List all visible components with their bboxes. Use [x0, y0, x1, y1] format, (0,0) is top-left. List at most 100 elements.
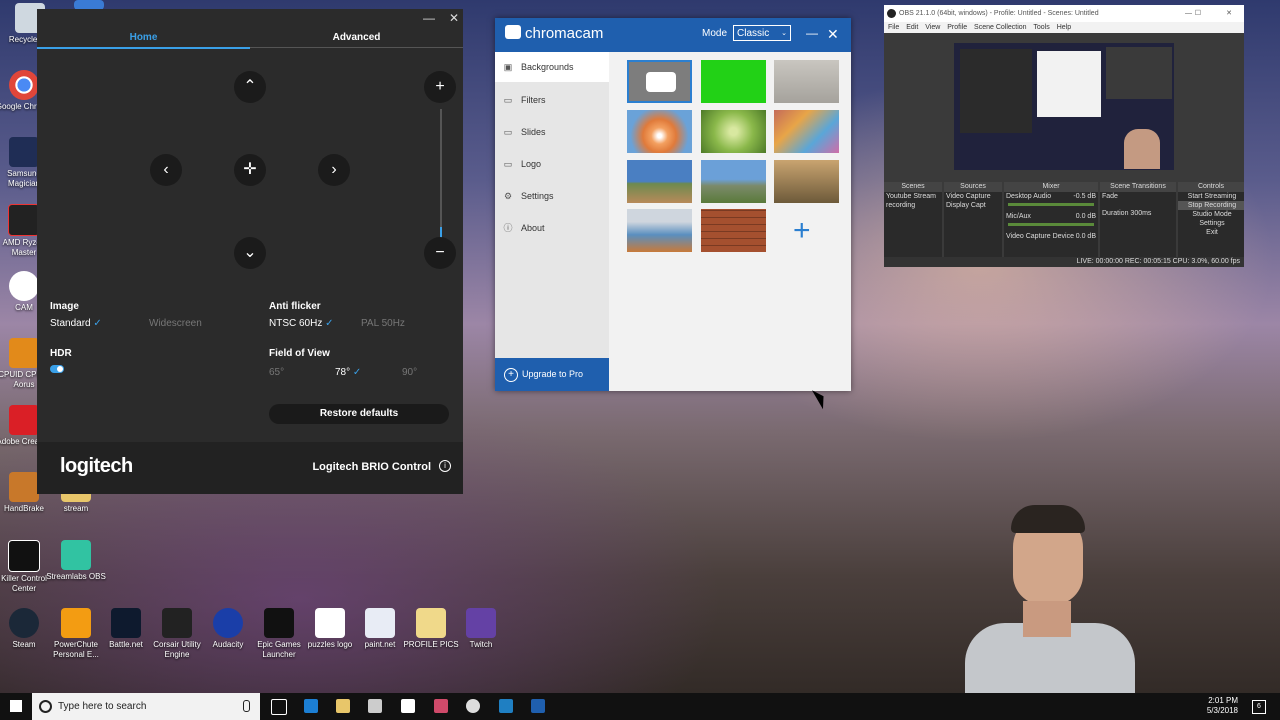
windows-start-icon[interactable] — [10, 700, 22, 712]
obs-taskbar-icon[interactable] — [466, 699, 480, 713]
preview-chromacam-window — [1037, 51, 1101, 117]
stop-recording-button[interactable]: Stop Recording — [1178, 201, 1244, 210]
menu-tools[interactable]: Tools — [1033, 24, 1049, 31]
system-clock[interactable]: 2:01 PM 5/3/2018 — [1190, 696, 1238, 716]
volume-meter[interactable] — [1008, 223, 1094, 226]
maximize-button[interactable]: ☐ — [1195, 5, 1201, 22]
pal-option[interactable]: PAL 50Hz — [361, 318, 405, 329]
filter-icon: ▭ — [503, 95, 513, 105]
image-label: Image — [50, 301, 79, 312]
hdr-toggle[interactable] — [50, 365, 64, 373]
pan-up-button[interactable]: ⌃ — [234, 71, 266, 103]
background-thumb-chromacam[interactable] — [627, 60, 692, 103]
source-item[interactable]: Display Capt — [944, 201, 1002, 210]
background-thumb-brick[interactable] — [701, 209, 766, 252]
scene-item[interactable]: recording — [884, 201, 942, 210]
exit-button[interactable]: Exit — [1178, 228, 1244, 237]
mode-select[interactable]: Classic ⌄ — [733, 25, 791, 41]
background-thumb-bokeh[interactable] — [701, 110, 766, 153]
tab-home[interactable]: Home — [37, 31, 250, 49]
zoom-out-button[interactable]: − — [424, 237, 456, 269]
product-name: Logitech BRIO Control — [312, 461, 431, 473]
sidebar-item-slides[interactable]: ▭ Slides — [495, 117, 609, 147]
scenes-panel: Scenes Youtube Stream recording — [884, 182, 942, 258]
background-thumb-colors[interactable] — [774, 110, 839, 153]
sidebar-item-backgrounds[interactable]: ▣ Backgrounds — [495, 52, 609, 82]
add-background-button[interactable]: + — [793, 216, 811, 246]
edge-icon[interactable] — [304, 699, 318, 713]
logitech-logo: logitech — [60, 455, 133, 477]
scene-item[interactable]: Youtube Stream — [884, 192, 942, 201]
obs-preview[interactable] — [954, 43, 1174, 170]
menu-file[interactable]: File — [888, 24, 899, 31]
app-icon[interactable] — [434, 699, 448, 713]
store-icon[interactable] — [368, 699, 382, 713]
sidebar: ▣ Backgrounds ▭ Filters ▭ Slides ▭ Logo ⚙ Set… — [495, 52, 609, 391]
chromacam-taskbar-icon[interactable] — [531, 699, 545, 713]
zoom-in-button[interactable]: + — [424, 71, 456, 103]
menu-view[interactable]: View — [925, 24, 940, 31]
background-thumb-rays[interactable] — [627, 110, 692, 153]
file-explorer-icon[interactable] — [336, 699, 350, 713]
obs-title-bar[interactable]: OBS 21.1.0 (64bit, windows) - Profile: U… — [884, 5, 1244, 22]
chromacam-header[interactable]: chromacam Mode Classic ⌄ — ✕ — [495, 18, 851, 52]
close-button[interactable]: ✕ — [1226, 5, 1232, 22]
minimize-button[interactable]: — — [1185, 5, 1192, 22]
image-widescreen-option[interactable]: Widescreen — [149, 318, 202, 329]
mail-icon[interactable] — [401, 699, 415, 713]
background-thumb-office[interactable] — [627, 209, 692, 252]
close-button[interactable]: ✕ — [449, 11, 459, 25]
transition-select[interactable]: Fade — [1100, 192, 1176, 201]
notification-icon[interactable]: 6 — [1252, 700, 1266, 714]
image-standard-option[interactable]: Standard ✓ — [50, 318, 102, 329]
sidebar-item-settings[interactable]: ⚙ Settings — [495, 181, 609, 211]
background-thumb-room[interactable] — [774, 60, 839, 103]
background-thumb-palms[interactable] — [627, 160, 692, 203]
settings-button[interactable]: Settings — [1178, 219, 1244, 228]
background-thumb-green[interactable] — [701, 60, 766, 103]
background-thumb-palm-leaves[interactable] — [774, 160, 839, 203]
upgrade-button[interactable]: + Upgrade to Pro — [495, 358, 609, 391]
info-icon[interactable]: i — [439, 460, 451, 472]
zoom-slider[interactable] — [440, 109, 442, 239]
sidebar-item-logo[interactable]: ▭ Logo — [495, 149, 609, 179]
title-bar[interactable]: — ✕ — [37, 9, 463, 27]
fov-65-option[interactable]: 65° — [269, 367, 284, 378]
close-button[interactable]: ✕ — [827, 26, 839, 43]
volume-meter[interactable] — [1008, 203, 1094, 206]
sidebar-item-about[interactable]: ⓘ About — [495, 213, 609, 243]
fov-78-option[interactable]: 78° ✓ — [335, 367, 361, 378]
center-button[interactable]: ✛ — [234, 154, 266, 186]
background-thumb-desert[interactable] — [701, 160, 766, 203]
minimize-button[interactable]: — — [423, 11, 435, 25]
pan-down-button[interactable]: ⌄ — [234, 237, 266, 269]
menu-profile[interactable]: Profile — [947, 24, 967, 31]
transition-duration[interactable]: Duration 300ms — [1100, 209, 1176, 218]
search-box[interactable]: Type here to search — [32, 693, 260, 720]
minimize-button[interactable]: — — [806, 26, 818, 40]
pan-right-button[interactable]: › — [318, 154, 350, 186]
controls-panel: Controls Start Streaming Stop Recording … — [1178, 182, 1244, 258]
logitech-taskbar-icon[interactable] — [499, 699, 513, 713]
app-title: chromacam — [525, 25, 604, 42]
check-icon: ✓ — [93, 318, 102, 329]
source-item[interactable]: Video Capture — [944, 192, 1002, 201]
start-streaming-button[interactable]: Start Streaming — [1178, 192, 1244, 201]
studio-mode-button[interactable]: Studio Mode — [1178, 210, 1244, 219]
twitch-icon[interactable]: Twitch — [451, 608, 511, 650]
tab-advanced[interactable]: Advanced — [250, 31, 463, 48]
streamlabs-obs-icon[interactable]: Streamlabs OBS — [46, 540, 106, 582]
menu-edit[interactable]: Edit — [906, 24, 918, 31]
menu-scene-collection[interactable]: Scene Collection — [974, 24, 1027, 31]
restore-defaults-button[interactable]: Restore defaults — [269, 404, 449, 424]
fov-90-option[interactable]: 90° — [402, 367, 417, 378]
pan-left-button[interactable]: ‹ — [150, 154, 182, 186]
webcam-overlay — [945, 505, 1145, 693]
menu-help[interactable]: Help — [1057, 24, 1071, 31]
microphone-icon[interactable] — [243, 700, 250, 712]
ntsc-option[interactable]: NTSC 60Hz ✓ — [269, 318, 334, 329]
neck — [1023, 601, 1071, 637]
footer: logitech Logitech BRIO Control i — [37, 442, 463, 494]
task-view-icon[interactable] — [271, 699, 287, 715]
sidebar-item-filters[interactable]: ▭ Filters — [495, 85, 609, 115]
